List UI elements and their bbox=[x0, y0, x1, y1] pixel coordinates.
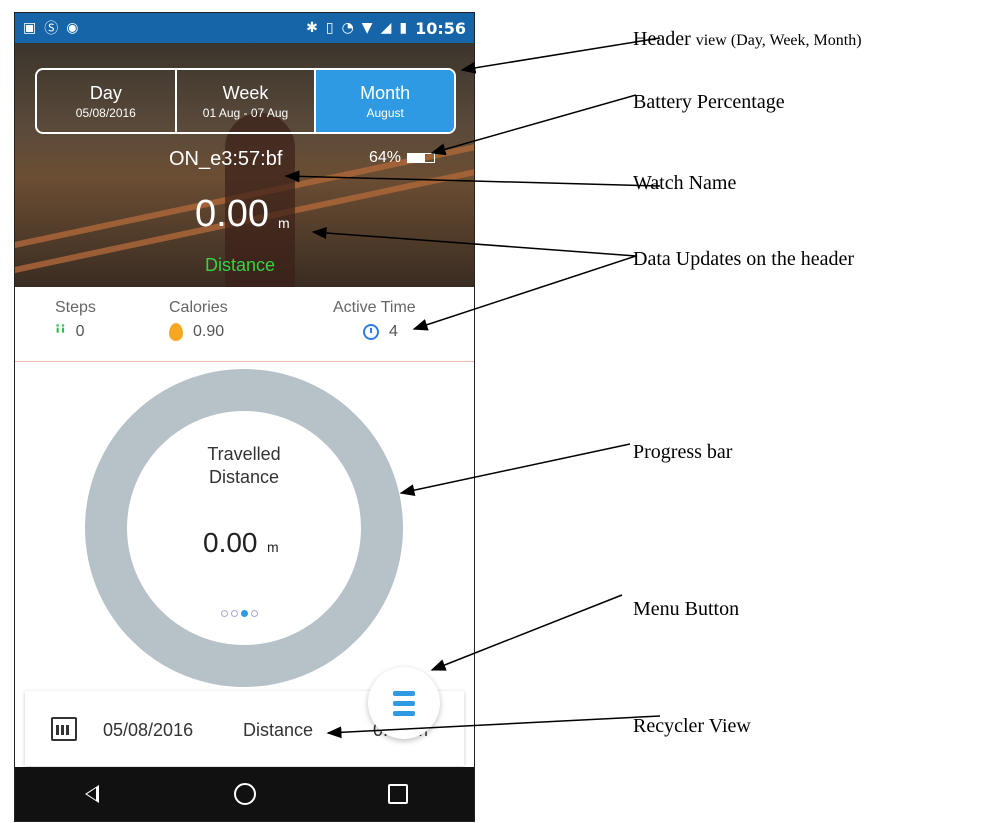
annotation-header-view-text: Header bbox=[633, 28, 691, 50]
header-distance-unit: m bbox=[278, 215, 290, 231]
progress-title: Travelled Distance bbox=[85, 443, 403, 489]
annotation-header-view: Header view (Day, Week, Month) bbox=[633, 28, 862, 51]
recent-apps-icon bbox=[387, 784, 408, 804]
stat-active-time-value: 4 bbox=[389, 323, 398, 340]
menu-icon bbox=[393, 690, 415, 716]
flame-icon bbox=[169, 323, 183, 341]
annotation-battery: Battery Percentage bbox=[633, 91, 785, 113]
watch-name: ON_e3:57:bf bbox=[169, 148, 283, 170]
android-icon: ◉ bbox=[66, 20, 79, 36]
tab-day-label: Day bbox=[89, 82, 122, 103]
page-dot[interactable] bbox=[221, 610, 228, 617]
annotation-menu-button: Menu Button bbox=[633, 598, 740, 620]
progress-title-line1: Travelled bbox=[207, 444, 281, 464]
header-distance-value: 0.00 bbox=[195, 193, 269, 235]
vibrate-icon: ▯ bbox=[325, 20, 334, 36]
battery-percentage: 64% bbox=[369, 149, 402, 166]
page-indicator bbox=[221, 610, 258, 617]
stat-steps-label: Steps bbox=[55, 299, 96, 316]
clock-icon bbox=[363, 324, 379, 340]
recent-apps-button[interactable] bbox=[378, 774, 418, 814]
tab-week-label: Week bbox=[222, 82, 269, 103]
annotation-data-updates: Data Updates on the header bbox=[633, 248, 855, 270]
annotation-recycler-view: Recycler View bbox=[633, 715, 751, 737]
annotation-header-view-detail: view (Day, Week, Month) bbox=[695, 32, 862, 49]
progress-title-line2: Distance bbox=[208, 467, 280, 487]
phone-screen: ▣ Ⓢ ◉ ✱ ▯ ◔ ▼ ◢ ▮ 10:56 Day 05/08/2016 W… bbox=[14, 12, 475, 822]
tab-day-sub: 05/08/2016 bbox=[75, 105, 136, 120]
battery-icon bbox=[407, 153, 436, 163]
footsteps-icon: ꜟꜟ bbox=[55, 323, 66, 340]
page-dot[interactable] bbox=[251, 610, 258, 617]
tab-month[interactable]: Month August bbox=[316, 70, 454, 132]
stat-steps-value: 0 bbox=[75, 323, 85, 340]
header-distance-label: Distance bbox=[205, 255, 276, 275]
page-dot[interactable] bbox=[231, 610, 238, 617]
row-metric: Distance bbox=[243, 720, 314, 740]
back-button[interactable] bbox=[72, 774, 112, 814]
navigation-bar bbox=[15, 767, 474, 821]
stat-active-time: Active Time 4 bbox=[333, 299, 416, 341]
tab-week-sub: 01 Aug - 07 Aug bbox=[202, 105, 289, 120]
status-time: 10:56 bbox=[415, 18, 466, 38]
page-dot-active[interactable] bbox=[241, 610, 248, 617]
status-bar: ▣ Ⓢ ◉ ✱ ▯ ◔ ▼ ◢ ▮ 10:56 bbox=[15, 13, 474, 43]
stat-steps: Steps ꜟꜟ 0 bbox=[55, 299, 96, 341]
alarm-icon: ◔ bbox=[341, 20, 354, 36]
stat-calories: Calories 0.90 bbox=[169, 299, 228, 341]
arrow-header-view bbox=[460, 37, 661, 74]
bluetooth-icon: ✱ bbox=[306, 20, 318, 36]
progress-unit: m bbox=[267, 539, 279, 555]
tab-month-label: Month bbox=[360, 82, 411, 103]
annotation-watch-name: Watch Name bbox=[633, 172, 737, 194]
progress-bar[interactable]: Travelled Distance 0.00 m bbox=[85, 369, 403, 687]
battery-indicator: 64% bbox=[369, 149, 436, 167]
home-button[interactable] bbox=[225, 774, 265, 814]
skype-icon: Ⓢ bbox=[44, 21, 59, 37]
row-date: 05/08/2016 bbox=[103, 720, 194, 740]
stat-calories-value: 0.90 bbox=[193, 323, 225, 340]
home-icon bbox=[233, 783, 256, 805]
tab-day[interactable]: Day 05/08/2016 bbox=[37, 70, 177, 132]
header-view: Day 05/08/2016 Week 01 Aug - 07 Aug Mont… bbox=[15, 43, 474, 287]
tab-week[interactable]: Week 01 Aug - 07 Aug bbox=[177, 70, 317, 132]
picture-icon: ▣ bbox=[23, 20, 37, 36]
annotation-progress-bar: Progress bar bbox=[633, 441, 733, 463]
wifi-icon: ▼ bbox=[361, 20, 373, 36]
menu-button[interactable] bbox=[368, 667, 440, 739]
calendar-icon bbox=[51, 717, 77, 741]
stats-row: Steps ꜟꜟ 0 Calories 0.90 Active Time 4 bbox=[15, 287, 474, 362]
no-signal-icon: ◢ bbox=[380, 20, 392, 36]
period-tabs: Day 05/08/2016 Week 01 Aug - 07 Aug Mont… bbox=[35, 68, 456, 134]
battery-charging-icon: ▮ bbox=[399, 20, 408, 36]
stat-active-time-label: Active Time bbox=[333, 299, 416, 316]
stat-calories-label: Calories bbox=[169, 299, 228, 316]
progress-value: 0.00 bbox=[203, 527, 258, 558]
tab-month-sub: August bbox=[366, 105, 404, 120]
back-icon bbox=[84, 785, 99, 803]
